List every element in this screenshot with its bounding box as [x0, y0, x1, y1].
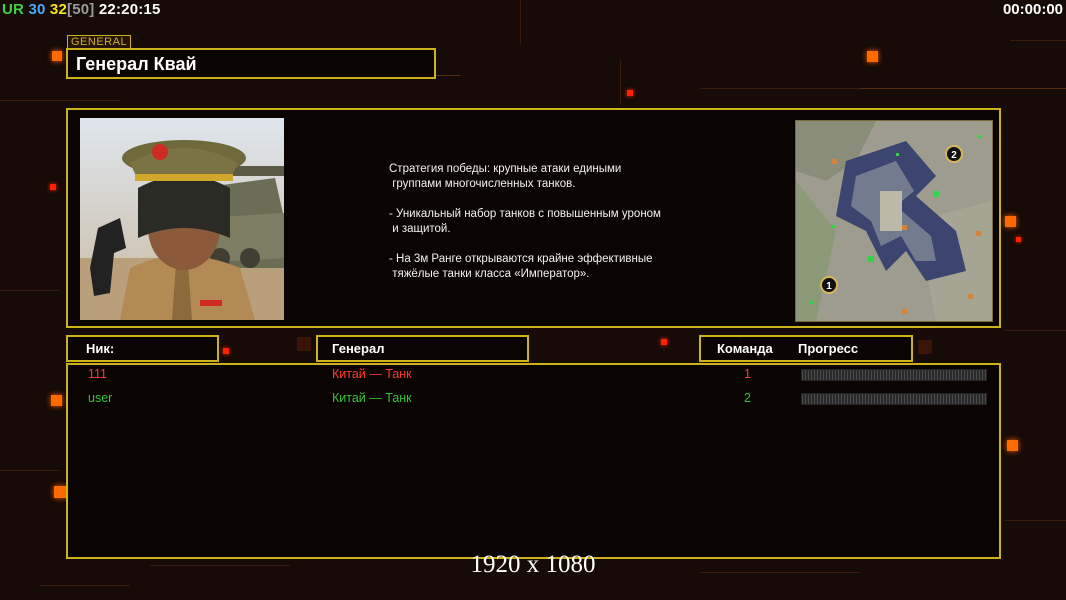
- player-team: 2: [744, 391, 751, 405]
- hud-value-30: 30: [28, 1, 46, 18]
- player-faction: Китай — Танк: [332, 367, 412, 381]
- column-header-general-label: Генерал: [332, 341, 385, 356]
- minimap-spawn-2: 2: [951, 150, 957, 161]
- general-name: Генерал Квай: [76, 54, 197, 74]
- minimap[interactable]: 2 1: [795, 120, 993, 322]
- column-header-progress-label: Прогресс: [798, 341, 859, 356]
- hud-value-32: 32: [49, 1, 68, 18]
- player-faction: Китай — Танк: [332, 391, 412, 405]
- column-header-general: Генерал: [316, 335, 529, 362]
- hud-status-bar: UR 30 32[50] 22:20:15: [2, 1, 161, 18]
- minimap-spawn-1: 1: [826, 281, 832, 292]
- hud-clock: 22:20:15: [98, 1, 161, 18]
- resolution-label: 1920 x 1080: [470, 551, 596, 578]
- column-header-team-label: Команда: [717, 341, 773, 356]
- hud-ur-label: UR: [2, 1, 25, 18]
- general-name-panel: Генерал Квай: [66, 48, 436, 79]
- column-header-nick-label: Ник:: [86, 341, 115, 356]
- player-progress-bar: [801, 369, 987, 381]
- hud-timer: 00:00:00: [1002, 1, 1063, 18]
- player-nick: 111: [88, 367, 108, 381]
- player-progress-bar: [801, 393, 987, 405]
- hud-value-50: [50]: [67, 1, 95, 18]
- player-team: 1: [744, 367, 751, 381]
- general-info-panel: Стратегия победы: крупные атаки едиными …: [66, 108, 1001, 328]
- column-header-team-progress: Команда Прогресс: [699, 335, 913, 362]
- general-description: Стратегия победы: крупные атаки едиными …: [389, 163, 661, 280]
- general-portrait: [80, 118, 284, 320]
- players-list: 111 Китай — Танк 1 user Китай — Танк 2: [66, 363, 1001, 559]
- player-row[interactable]: 111 Китай — Танк 1: [68, 367, 999, 385]
- column-header-nick: Ник:: [66, 335, 219, 362]
- player-nick: user: [88, 391, 113, 405]
- player-row[interactable]: user Китай — Танк 2: [68, 391, 999, 409]
